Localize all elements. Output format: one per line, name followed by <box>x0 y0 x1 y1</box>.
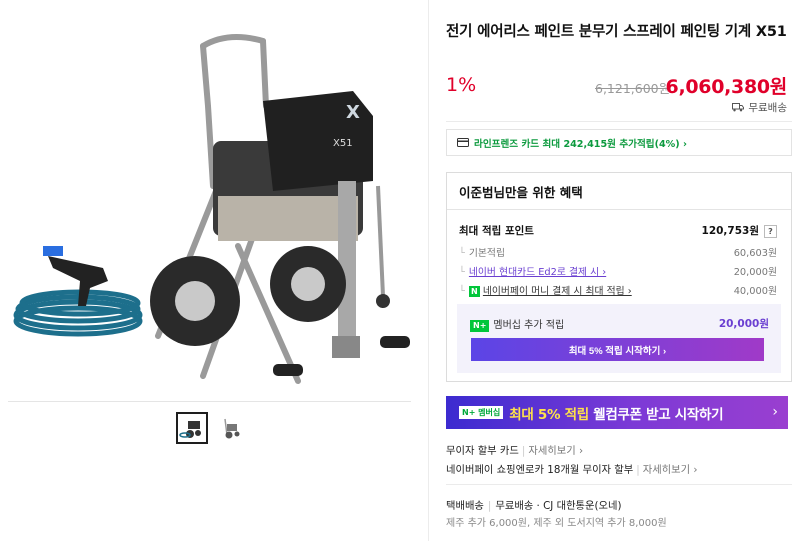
benefit-label: 기본적립 <box>468 248 505 259</box>
installment-row: 무이자 할부 카드 | 자세히보기 › <box>446 442 583 457</box>
thumbnail-2[interactable] <box>214 412 246 444</box>
help-icon[interactable]: ? <box>764 225 777 238</box>
delivery-type: 택배배송 <box>446 500 484 512</box>
membership-value: 20,000원 <box>718 318 769 331</box>
banner-rest: 웰컴쿠폰 받고 시작하기 <box>588 406 724 423</box>
gallery-divider <box>8 401 411 402</box>
thumbnail-image-icon <box>179 421 201 438</box>
tree-branch-icon: └ <box>459 286 465 297</box>
truck-icon <box>732 103 745 112</box>
sale-price: 6,060,380원 <box>665 76 788 98</box>
card-promo-text: 라인프렌즈 카드 최대 242,415원 추가적립(4%) › <box>474 138 687 150</box>
max-points-row: 최대 적립 포인트 120,753원? <box>459 223 777 238</box>
npay-installment-label: 네이버페이 쇼핑엔로카 18개월 무이자 할부 <box>446 464 634 476</box>
discount-rate: 1% <box>446 74 477 96</box>
max-points-value: 120,753원 <box>701 225 759 237</box>
thumbnail-image-icon <box>224 418 240 439</box>
separator: | <box>521 445 526 457</box>
benefit-value: 40,000원 <box>733 286 777 297</box>
free-shipping-label: 무료배송 <box>748 102 787 114</box>
benefit-value: 60,603원 <box>733 248 777 259</box>
benefit-npay-link[interactable]: 네이버페이 머니 결제 시 최대 적립 › <box>483 286 632 297</box>
chevron-right-icon: › <box>772 404 778 420</box>
product-title: 전기 에어리스 페인트 분무기 스프레이 페인팅 기계 X51 <box>446 24 787 40</box>
separator: | <box>636 464 640 476</box>
card-promo-link[interactable]: 라인프렌즈 카드 최대 242,415원 추가적립(4%) › <box>446 129 792 156</box>
npay-installment-row: 네이버페이 쇼핑엔로카 18개월 무이자 할부 | 자세히보기 › <box>446 461 698 476</box>
divider <box>446 484 792 485</box>
benefit-row-npay: └ N 네이버페이 머니 결제 시 최대 적립 › 40,000원 <box>459 283 777 297</box>
installment-details-link[interactable]: 자세히보기 › <box>528 445 583 457</box>
credit-card-icon <box>457 138 469 147</box>
npay-installment-details-link[interactable]: 자세히보기 › <box>643 464 698 476</box>
max-points-value-wrap: 120,753원? <box>702 223 777 238</box>
tree-branch-icon: └ <box>459 267 465 278</box>
benefit-value: 20,000원 <box>733 267 777 278</box>
benefits-box: 이준범님만을 위한 혜택 최대 적립 포인트 120,753원? └ 기본적립 6… <box>446 172 792 382</box>
membership-label: 멤버십 추가 적립 <box>493 320 565 331</box>
divider <box>446 121 792 122</box>
membership-start-button[interactable]: 최대 5% 적립 시작하기 › <box>471 338 764 361</box>
benefit-row-card: └ 네이버 현대카드 Ed2로 결제 시 › 20,000원 <box>459 264 777 278</box>
benefits-heading: 이준범님만을 위한 혜택 <box>447 173 791 210</box>
thumbnail-1[interactable] <box>176 412 208 444</box>
welcome-coupon-banner[interactable]: N+ 멤버십 최대 5% 적립 웰컴쿠폰 받고 시작하기 › <box>446 396 788 429</box>
product-main-image[interactable]: X X51 <box>8 6 411 399</box>
membership-section: N+ 멤버십 추가 적립 20,000원 최대 5% 적립 시작하기 › <box>457 304 781 373</box>
model-logo: X <box>346 102 360 123</box>
model-badge: X51 <box>333 138 353 149</box>
column-divider <box>428 0 429 541</box>
npay-badge-icon: N <box>468 285 480 297</box>
thumbnail-strip <box>176 412 246 444</box>
free-shipping-tag: 무료배송 <box>732 100 787 115</box>
benefit-card-link[interactable]: 네이버 현대카드 Ed2로 결제 시 › <box>469 267 606 278</box>
benefit-row-basic: └ 기본적립 60,603원 <box>459 245 777 259</box>
banner-text: 최대 5% 적립 웰컴쿠폰 받고 시작하기 <box>509 403 723 423</box>
separator: | <box>487 500 492 512</box>
tree-branch-icon: └ <box>459 248 465 259</box>
product-gallery: X X51 <box>0 0 413 541</box>
delivery-row: 택배배송 | 무료배송 · CJ 대한통운(오네) <box>446 497 621 512</box>
banner-highlight: 최대 5% 적립 <box>509 406 589 423</box>
installment-label: 무이자 할부 카드 <box>446 445 519 457</box>
delivery-extra-fee: 제주 추가 6,000원, 제주 외 도서지역 추가 8,000원 <box>446 518 667 529</box>
nplus-membership-badge: N+ 멤버십 <box>459 406 504 419</box>
max-points-label: 최대 적립 포인트 <box>459 225 534 237</box>
original-price: 6,121,600원 <box>595 81 671 96</box>
delivery-fee: 무료배송 · CJ 대한통운(오네) <box>495 500 622 512</box>
nplus-badge-icon: N+ <box>470 319 490 332</box>
membership-row: N+ 멤버십 추가 적립 20,000원 <box>470 316 769 332</box>
